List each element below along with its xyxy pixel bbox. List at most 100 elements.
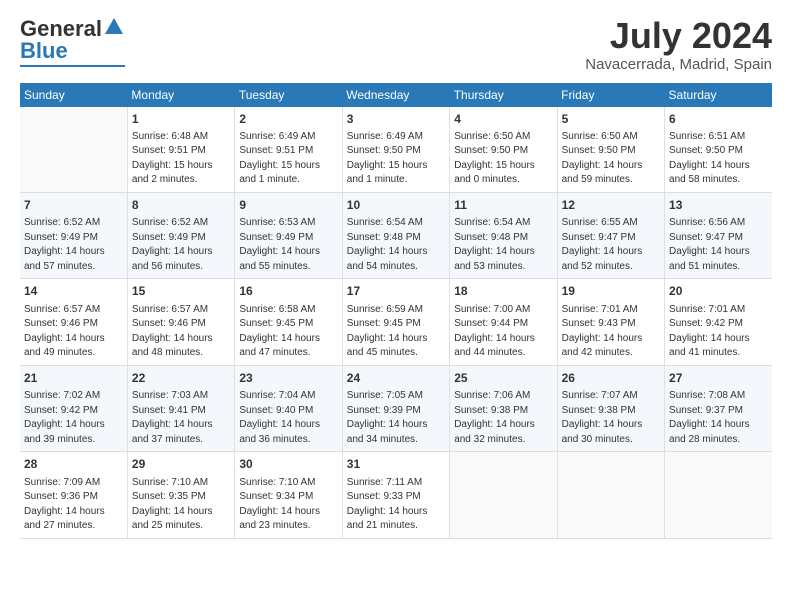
col-thursday: Thursday xyxy=(450,83,557,107)
calendar-week-4: 21Sunrise: 7:02 AMSunset: 9:42 PMDayligh… xyxy=(20,365,772,451)
cell-content-line: Sunset: 9:50 PM xyxy=(347,144,445,159)
cell-content-line: Sunrise: 7:04 AM xyxy=(239,389,337,404)
cell-content-line: Daylight: 14 hours xyxy=(24,418,123,433)
cell-content-line: and 36 minutes. xyxy=(239,433,337,448)
cell-content-line: Daylight: 14 hours xyxy=(347,418,445,433)
logo: General Blue xyxy=(20,16,125,67)
cell-content-line: Sunrise: 7:00 AM xyxy=(454,303,552,318)
cell-content-line: and 58 minutes. xyxy=(669,173,768,188)
cell-content-line: and 27 minutes. xyxy=(24,519,123,534)
cell-content-line: Daylight: 14 hours xyxy=(239,245,337,260)
cell-content-line: Sunset: 9:39 PM xyxy=(347,404,445,419)
cell-content-line: and 52 minutes. xyxy=(562,260,660,275)
cell-content-line: Sunset: 9:50 PM xyxy=(669,144,768,159)
logo-icon xyxy=(103,16,125,38)
header-row: Sunday Monday Tuesday Wednesday Thursday… xyxy=(20,83,772,107)
cell-content-line: Sunrise: 7:08 AM xyxy=(669,389,768,404)
cell-content-line: Sunrise: 7:05 AM xyxy=(347,389,445,404)
cell-content-line: Sunset: 9:37 PM xyxy=(669,404,768,419)
cell-content-line: and 57 minutes. xyxy=(24,260,123,275)
cell-content-line: Daylight: 14 hours xyxy=(669,332,768,347)
cell-content-line: Daylight: 14 hours xyxy=(562,418,660,433)
cell-content-line: Sunrise: 6:57 AM xyxy=(24,303,123,318)
cell-content-line: Sunrise: 6:51 AM xyxy=(669,130,768,145)
cell-content-line: Sunrise: 6:54 AM xyxy=(454,216,552,231)
cell-content-line: and 30 minutes. xyxy=(562,433,660,448)
cell-content-line: Sunset: 9:38 PM xyxy=(454,404,552,419)
cell-content-line: Sunset: 9:51 PM xyxy=(132,144,230,159)
cell-content-line: Daylight: 14 hours xyxy=(132,505,230,520)
calendar-cell xyxy=(557,452,664,538)
calendar-week-1: 1Sunrise: 6:48 AMSunset: 9:51 PMDaylight… xyxy=(20,107,772,193)
day-number: 16 xyxy=(239,283,337,300)
cell-content-line: Daylight: 14 hours xyxy=(239,505,337,520)
cell-content-line: Sunrise: 6:55 AM xyxy=(562,216,660,231)
cell-content-line: Daylight: 14 hours xyxy=(239,418,337,433)
cell-content-line: Sunrise: 6:56 AM xyxy=(669,216,768,231)
calendar-cell: 5Sunrise: 6:50 AMSunset: 9:50 PMDaylight… xyxy=(557,107,664,193)
cell-content-line: Sunset: 9:46 PM xyxy=(132,317,230,332)
calendar-cell: 3Sunrise: 6:49 AMSunset: 9:50 PMDaylight… xyxy=(342,107,449,193)
cell-content-line: Sunset: 9:46 PM xyxy=(24,317,123,332)
calendar-cell: 19Sunrise: 7:01 AMSunset: 9:43 PMDayligh… xyxy=(557,279,664,365)
cell-content-line: Sunset: 9:50 PM xyxy=(562,144,660,159)
cell-content-line: and 49 minutes. xyxy=(24,346,123,361)
cell-content-line: Daylight: 15 hours xyxy=(239,159,337,174)
cell-content-line: Sunrise: 7:03 AM xyxy=(132,389,230,404)
calendar-cell: 27Sunrise: 7:08 AMSunset: 9:37 PMDayligh… xyxy=(665,365,772,451)
cell-content-line: Daylight: 14 hours xyxy=(669,159,768,174)
cell-content-line: Daylight: 14 hours xyxy=(132,418,230,433)
cell-content-line: and 1 minute. xyxy=(347,173,445,188)
header: General Blue July 2024 Navacerrada, Madr… xyxy=(20,16,772,73)
cell-content-line: and 37 minutes. xyxy=(132,433,230,448)
cell-content-line: Sunrise: 6:59 AM xyxy=(347,303,445,318)
day-number: 1 xyxy=(132,111,230,128)
calendar-cell: 23Sunrise: 7:04 AMSunset: 9:40 PMDayligh… xyxy=(235,365,342,451)
calendar-cell: 28Sunrise: 7:09 AMSunset: 9:36 PMDayligh… xyxy=(20,452,127,538)
day-number: 28 xyxy=(24,456,123,473)
cell-content-line: Sunset: 9:41 PM xyxy=(132,404,230,419)
cell-content-line: Sunrise: 7:10 AM xyxy=(132,476,230,491)
cell-content-line: Sunset: 9:45 PM xyxy=(347,317,445,332)
calendar-cell: 11Sunrise: 6:54 AMSunset: 9:48 PMDayligh… xyxy=(450,192,557,278)
cell-content-line: Sunset: 9:49 PM xyxy=(239,231,337,246)
page: General Blue July 2024 Navacerrada, Madr… xyxy=(0,0,792,549)
calendar-week-2: 7Sunrise: 6:52 AMSunset: 9:49 PMDaylight… xyxy=(20,192,772,278)
cell-content-line: and 2 minutes. xyxy=(132,173,230,188)
day-number: 9 xyxy=(239,197,337,214)
cell-content-line: Daylight: 14 hours xyxy=(347,332,445,347)
calendar-cell: 30Sunrise: 7:10 AMSunset: 9:34 PMDayligh… xyxy=(235,452,342,538)
logo-blue: Blue xyxy=(20,38,68,64)
day-number: 3 xyxy=(347,111,445,128)
day-number: 22 xyxy=(132,370,230,387)
day-number: 23 xyxy=(239,370,337,387)
day-number: 7 xyxy=(24,197,123,214)
cell-content-line: Sunset: 9:47 PM xyxy=(669,231,768,246)
calendar-cell: 18Sunrise: 7:00 AMSunset: 9:44 PMDayligh… xyxy=(450,279,557,365)
cell-content-line: Sunset: 9:38 PM xyxy=(562,404,660,419)
calendar-cell: 26Sunrise: 7:07 AMSunset: 9:38 PMDayligh… xyxy=(557,365,664,451)
cell-content-line: Sunrise: 6:49 AM xyxy=(347,130,445,145)
day-number: 30 xyxy=(239,456,337,473)
cell-content-line: Sunrise: 7:01 AM xyxy=(669,303,768,318)
cell-content-line: Daylight: 14 hours xyxy=(347,505,445,520)
cell-content-line: and 53 minutes. xyxy=(454,260,552,275)
cell-content-line: Sunrise: 7:02 AM xyxy=(24,389,123,404)
calendar-cell: 20Sunrise: 7:01 AMSunset: 9:42 PMDayligh… xyxy=(665,279,772,365)
calendar-table: Sunday Monday Tuesday Wednesday Thursday… xyxy=(20,83,772,539)
day-number: 27 xyxy=(669,370,768,387)
cell-content-line: Daylight: 14 hours xyxy=(562,332,660,347)
calendar-cell: 8Sunrise: 6:52 AMSunset: 9:49 PMDaylight… xyxy=(127,192,234,278)
day-number: 5 xyxy=(562,111,660,128)
day-number: 12 xyxy=(562,197,660,214)
cell-content-line: Sunset: 9:50 PM xyxy=(454,144,552,159)
cell-content-line: Sunset: 9:33 PM xyxy=(347,490,445,505)
cell-content-line: Daylight: 15 hours xyxy=(132,159,230,174)
calendar-cell: 10Sunrise: 6:54 AMSunset: 9:48 PMDayligh… xyxy=(342,192,449,278)
calendar-cell: 21Sunrise: 7:02 AMSunset: 9:42 PMDayligh… xyxy=(20,365,127,451)
calendar-cell: 24Sunrise: 7:05 AMSunset: 9:39 PMDayligh… xyxy=(342,365,449,451)
cell-content-line: Sunset: 9:48 PM xyxy=(347,231,445,246)
logo-underline xyxy=(20,65,125,67)
cell-content-line: and 21 minutes. xyxy=(347,519,445,534)
cell-content-line: Sunrise: 7:06 AM xyxy=(454,389,552,404)
